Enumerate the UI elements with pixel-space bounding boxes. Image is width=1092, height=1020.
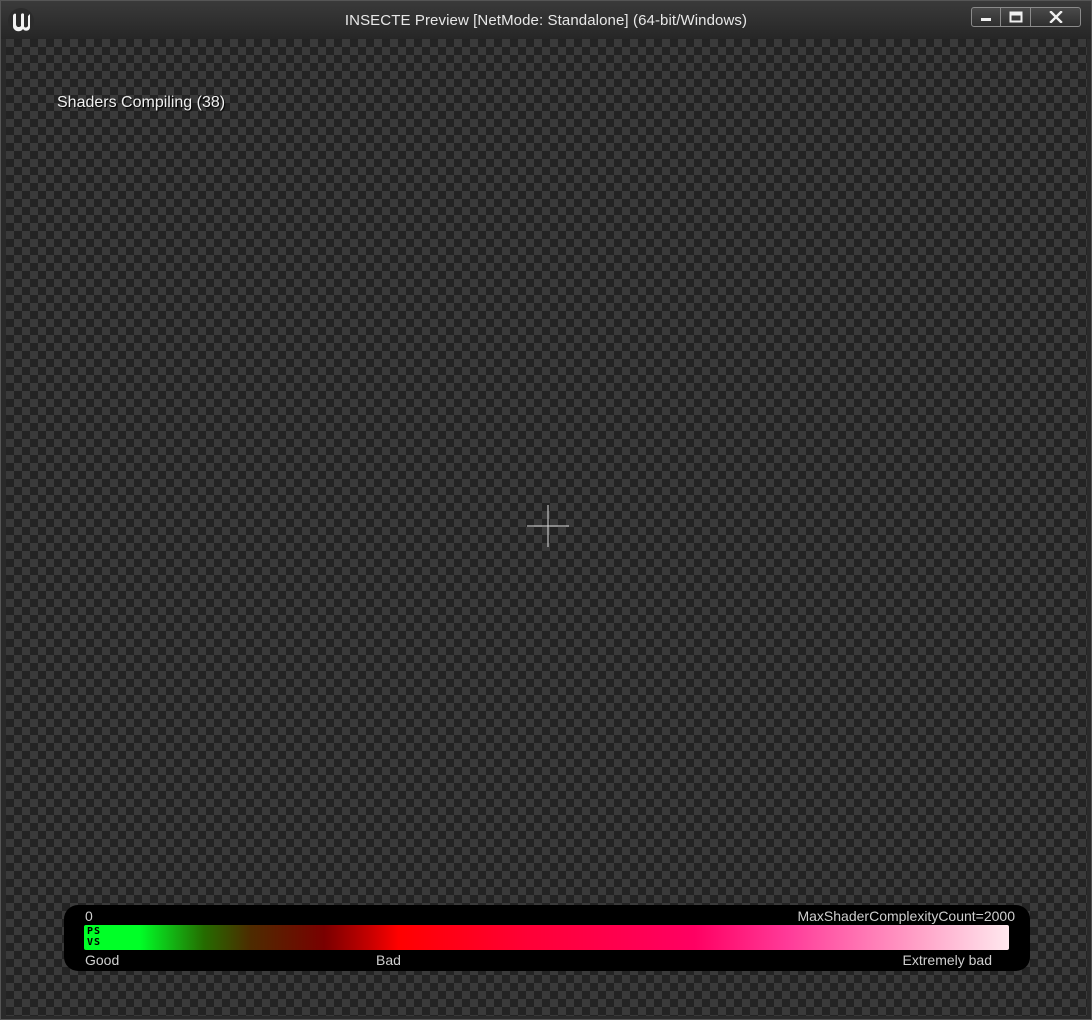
title-bar[interactable]: INSECTE Preview [NetMode: Standalone] (6…	[1, 1, 1091, 39]
maximize-icon	[1009, 11, 1022, 23]
minimize-button[interactable]	[971, 7, 1001, 27]
scale-min-label: 0	[85, 908, 93, 924]
scale-max-label: MaxShaderComplexityCount=2000	[797, 908, 1015, 924]
pixel-shader-label: PS	[87, 926, 102, 937]
maximize-button[interactable]	[1001, 7, 1031, 27]
game-viewport[interactable]: Shaders Compiling (38) 0 MaxShaderComple…	[6, 39, 1087, 1016]
close-icon	[1048, 11, 1063, 23]
window-title: INSECTE Preview [NetMode: Standalone] (6…	[344, 12, 748, 29]
vertex-shader-label: VS	[87, 937, 102, 948]
shaders-compiling-status: Shaders Compiling (38)	[57, 94, 226, 111]
legend-bad-label: Bad	[376, 952, 401, 968]
complexity-gradient-bar: PS VS	[84, 925, 1009, 950]
shader-complexity-legend: 0 MaxShaderComplexityCount=2000 PS VS Go…	[64, 905, 1030, 971]
legend-extremely-bad-label: Extremely bad	[902, 952, 992, 968]
window-controls	[971, 7, 1081, 27]
minimize-icon	[981, 18, 991, 21]
legend-good-label: Good	[85, 952, 120, 968]
close-button[interactable]	[1031, 7, 1081, 27]
crosshair-icon	[527, 505, 569, 547]
game-preview-window: INSECTE Preview [NetMode: Standalone] (6…	[0, 0, 1092, 1020]
